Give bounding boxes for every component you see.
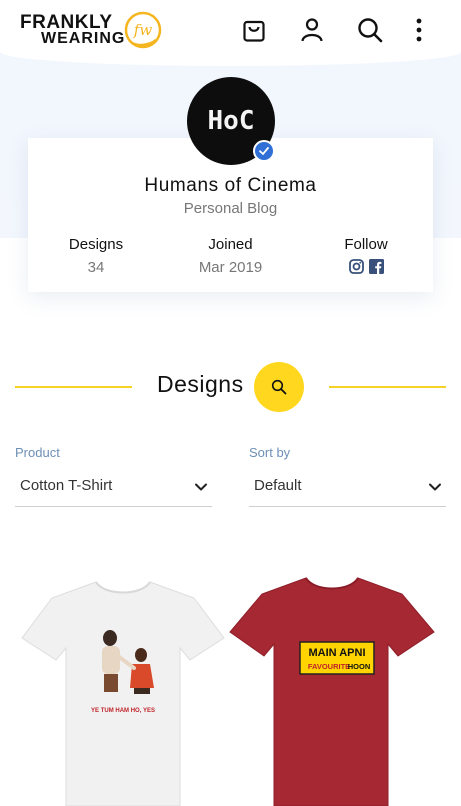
facebook-icon[interactable] xyxy=(368,259,384,274)
stat-joined-value: Mar 2019 xyxy=(198,259,263,276)
chevron-down-icon xyxy=(429,483,441,491)
design-search-button[interactable] xyxy=(254,362,304,412)
tshirt-image: MAIN APNI FAVOURITE HOON xyxy=(229,577,435,806)
stat-follow: Follow xyxy=(331,236,401,274)
product-card[interactable]: MAIN APNI FAVOURITE HOON xyxy=(228,560,438,806)
brand-mark-text: fw xyxy=(133,21,153,39)
social-links xyxy=(331,259,401,274)
product-select-value: Cotton T-Shirt xyxy=(20,477,113,494)
section-title: Designs xyxy=(157,371,244,397)
chevron-down-icon xyxy=(195,483,207,491)
print-line2a: FAVOURITE xyxy=(308,662,350,671)
more-vertical-icon[interactable] xyxy=(405,16,433,44)
instagram-icon[interactable] xyxy=(348,259,364,274)
designs-section-header: Designs xyxy=(0,360,461,412)
product-select[interactable]: Cotton T-Shirt xyxy=(15,470,212,507)
section-divider-right xyxy=(329,386,446,388)
print-text: YE TUM HAM HO, YES xyxy=(91,708,155,714)
stat-joined-label: Joined xyxy=(208,236,253,253)
sort-select[interactable]: Default xyxy=(249,470,446,507)
brand-line2: WEARING xyxy=(41,30,126,47)
user-icon[interactable] xyxy=(298,16,326,44)
print-line2b: HOON xyxy=(348,662,371,671)
search-icon xyxy=(271,379,287,395)
brand-mark-icon: fw xyxy=(124,11,162,49)
sort-filter-label: Sort by xyxy=(249,445,291,460)
stat-joined: Joined Mar 2019 xyxy=(188,236,273,276)
product-filter-label: Product xyxy=(15,445,60,460)
stat-designs-value: 34 xyxy=(87,259,105,276)
print-artwork: MAIN APNI FAVOURITE HOON xyxy=(299,641,375,675)
profile-name: Humans of Cinema xyxy=(144,175,317,196)
bag-icon[interactable] xyxy=(240,16,268,44)
print-line1: MAIN APNI xyxy=(308,647,365,659)
search-icon[interactable] xyxy=(356,16,384,44)
section-divider-left xyxy=(15,386,132,388)
stat-designs-label: Designs xyxy=(68,236,124,253)
brand-logo[interactable]: FRANKLY WEARING fw xyxy=(20,10,165,50)
header: FRANKLY WEARING fw xyxy=(0,0,461,66)
avatar-text: HoC xyxy=(207,106,255,136)
tshirt-image: YE TUM HAM HO, YES xyxy=(21,581,225,806)
sort-select-value: Default xyxy=(254,477,302,494)
stat-designs: Designs 34 xyxy=(56,236,136,276)
product-card[interactable]: YE TUM HAM HO, YES xyxy=(18,560,228,806)
stat-follow-label: Follow xyxy=(344,236,388,253)
verified-badge-icon xyxy=(253,140,275,162)
profile-type: Personal Blog xyxy=(183,200,278,217)
